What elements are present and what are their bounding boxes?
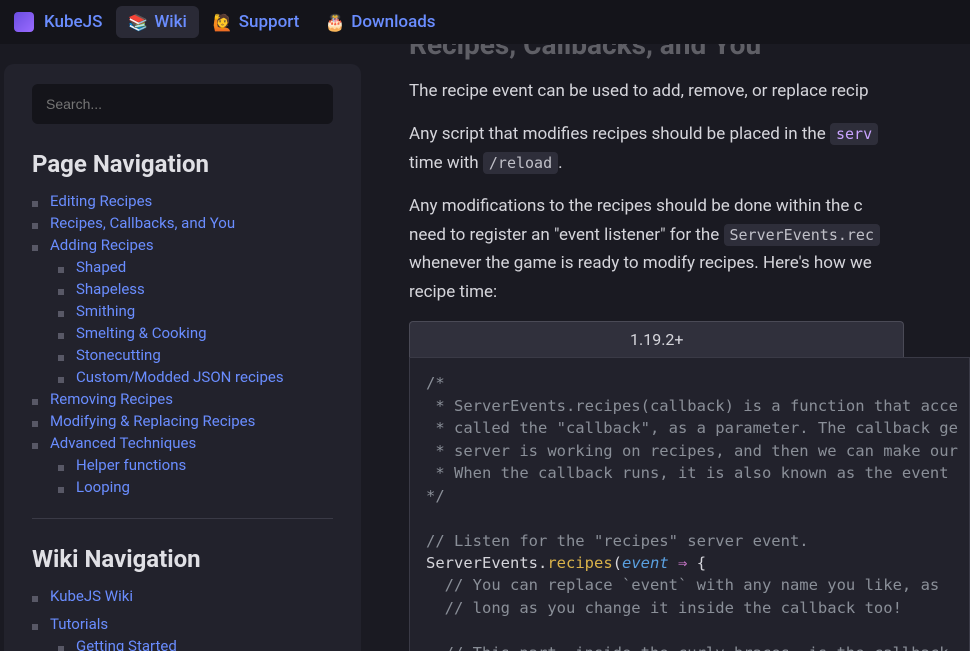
nav-item-label: Wiki <box>154 12 187 32</box>
paragraph: Any modifications to the recipes should … <box>409 192 970 308</box>
inline-code: /reload <box>483 152 558 174</box>
nav-support[interactable]: 🙋 Support <box>201 6 312 38</box>
page-nav-title: Page Navigation <box>32 150 333 178</box>
sidebar-item-custom-json[interactable]: Custom/Modded JSON recipes <box>76 368 284 386</box>
main-content: Recipes, Callbacks, and You The recipe e… <box>375 44 970 651</box>
code-tab[interactable]: 1.19.2+ <box>409 321 904 357</box>
paragraph: The recipe event can be used to add, rem… <box>409 77 970 106</box>
sidebar-item-adding-recipes[interactable]: Adding Recipes <box>50 236 154 254</box>
nav-wiki[interactable]: 📚 Wiki <box>116 6 198 38</box>
code-body: /* * ServerEvents.recipes(callback) is a… <box>409 357 970 651</box>
nav-item-label: Downloads <box>351 12 435 32</box>
sidebar-item-getting-started[interactable]: Getting Started <box>76 637 177 651</box>
sidebar-item-smithing[interactable]: Smithing <box>76 302 135 320</box>
sidebar-item-shaped[interactable]: Shaped <box>76 258 126 276</box>
sidebar-item-looping[interactable]: Looping <box>76 478 130 496</box>
nav-downloads[interactable]: 🎂 Downloads <box>313 6 447 38</box>
sidebar-item-tutorials[interactable]: Tutorials <box>50 615 108 633</box>
wiki-nav-list: KubeJS Wiki Tutorials Getting Started Vi… <box>32 587 333 651</box>
sidebar-item-removing-recipes[interactable]: Removing Recipes <box>50 390 173 408</box>
books-icon: 📚 <box>128 13 148 32</box>
sidebar-item-shapeless[interactable]: Shapeless <box>76 280 145 298</box>
paragraph: Any script that modifies recipes should … <box>409 120 970 178</box>
sidebar-item-modifying-replacing[interactable]: Modifying & Replacing Recipes <box>50 412 255 430</box>
cake-icon: 🎂 <box>325 13 345 32</box>
sidebar: Page Navigation Editing Recipes Recipes,… <box>0 44 375 651</box>
brand-logo-icon <box>14 12 34 32</box>
sidebar-item-stonecutting[interactable]: Stonecutting <box>76 346 161 364</box>
raising-hand-icon: 🙋 <box>213 13 233 32</box>
sidebar-item-kubejs-wiki[interactable]: KubeJS Wiki <box>50 587 133 605</box>
sidebar-item-advanced-techniques[interactable]: Advanced Techniques <box>50 434 196 452</box>
sidebar-item-recipes-callbacks[interactable]: Recipes, Callbacks, and You <box>50 214 235 232</box>
sidebar-item-smelting-cooking[interactable]: Smelting & Cooking <box>76 324 207 342</box>
search-input[interactable] <box>32 84 333 124</box>
section-heading: Recipes, Callbacks, and You <box>409 44 970 61</box>
wiki-nav-title: Wiki Navigation <box>32 545 333 573</box>
nav-brand[interactable]: KubeJS <box>2 6 114 38</box>
inline-code: ServerEvents.rec <box>724 224 881 246</box>
code-block: 1.19.2+ /* * ServerEvents.recipes(callba… <box>409 321 970 651</box>
sidebar-item-editing-recipes[interactable]: Editing Recipes <box>50 192 152 210</box>
sidebar-item-helper-functions[interactable]: Helper functions <box>76 456 186 474</box>
nav-item-label: Support <box>239 12 300 32</box>
top-nav: KubeJS 📚 Wiki 🙋 Support 🎂 Downloads <box>0 0 970 44</box>
nav-brand-label: KubeJS <box>44 12 102 32</box>
page-nav-list: Editing Recipes Recipes, Callbacks, and … <box>32 192 333 496</box>
sidebar-separator <box>32 518 333 519</box>
inline-code: serv <box>830 123 878 145</box>
